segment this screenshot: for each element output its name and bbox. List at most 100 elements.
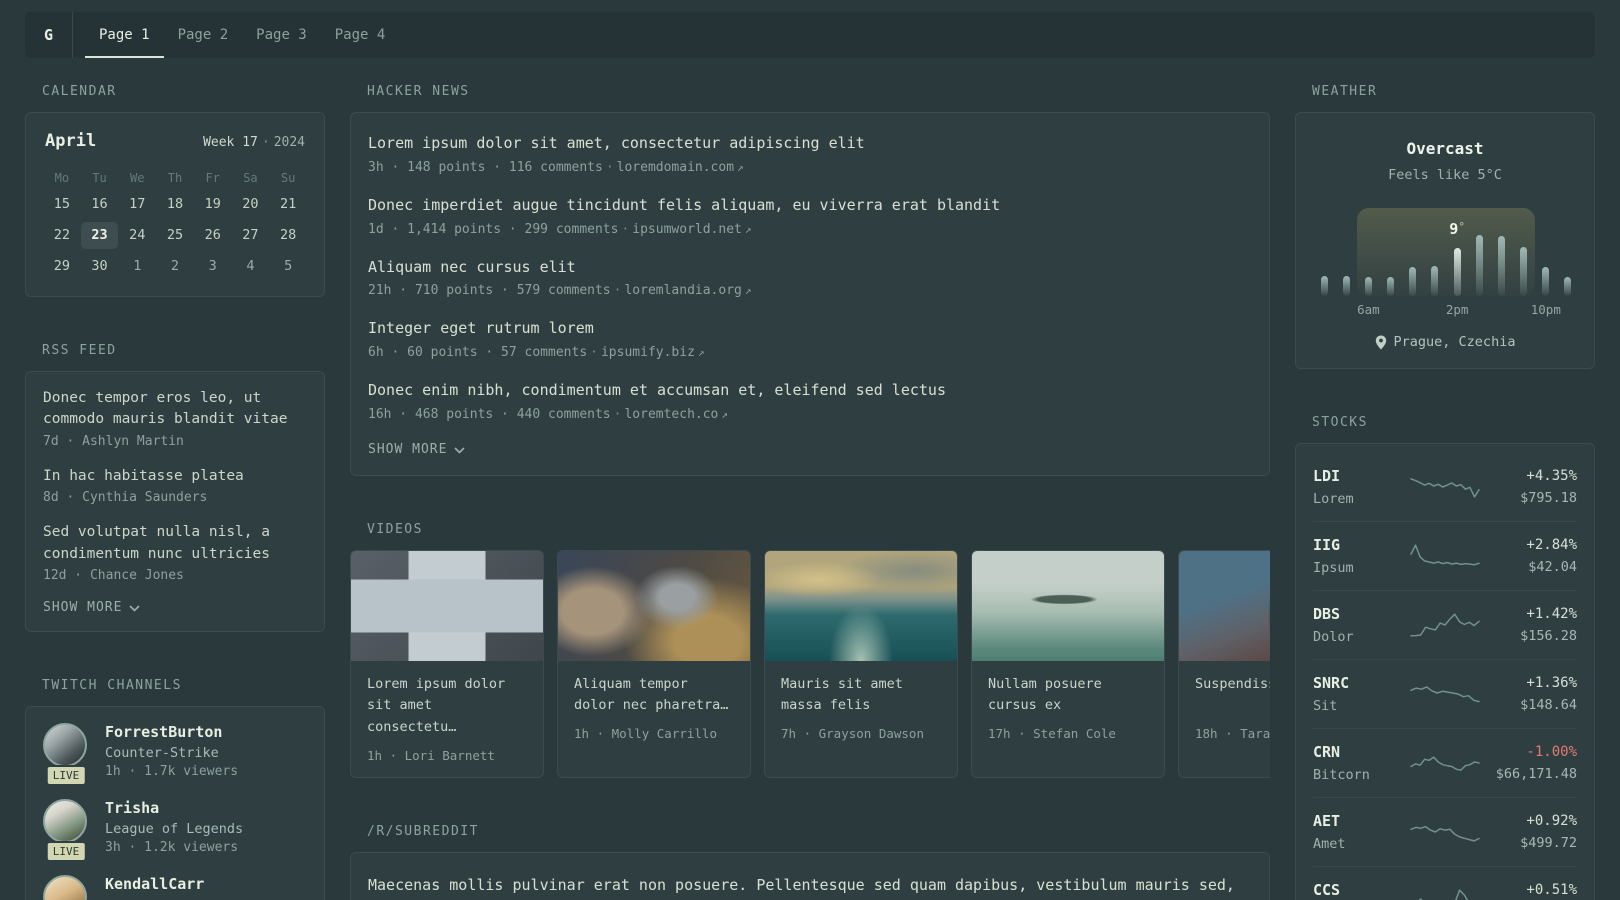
item-domain-link[interactable]: loremtech.co (624, 407, 718, 422)
calendar-day[interactable]: 30 (81, 253, 119, 280)
calendar-day[interactable]: 19 (194, 191, 232, 218)
twitch-channel-row: LIVE ForrestBurton Counter-Strike 1h · 1… (43, 723, 307, 787)
weekday-header: Mo (54, 171, 70, 185)
calendar-day[interactable]: 15 (43, 191, 81, 218)
subreddit-widget: /R/SUBREDDIT Maecenas mollis pulvinar er… (350, 824, 1270, 900)
video-title[interactable]: Suspendisse diam (1195, 674, 1270, 717)
calendar-day[interactable]: 22 (43, 222, 81, 249)
hackernews-item-title[interactable]: Donec enim nibh, condimentum et accumsan… (368, 380, 1252, 402)
subreddit-post-title[interactable]: Maecenas mollis pulvinar erat non posuer… (368, 873, 1252, 900)
stock-ticker[interactable]: DBS (1313, 605, 1410, 623)
calendar-day[interactable]: 17 (118, 191, 156, 218)
video-card-body: Suspendisse diam 18h · Tara (1179, 661, 1270, 755)
calendar-day[interactable]: 16 (81, 191, 119, 218)
rss-item-title[interactable]: In hac habitasse platea (43, 466, 307, 487)
hackernews-item-title[interactable]: Lorem ipsum dolor sit amet, consectetur … (368, 133, 1252, 155)
chevron-down-icon (454, 447, 466, 454)
hackernews-item-title[interactable]: Integer eget rutrum lorem (368, 318, 1252, 340)
stock-change: +0.51% (1526, 882, 1577, 898)
weather-temp-label: 9° (1449, 220, 1465, 238)
stock-ticker[interactable]: CRN (1313, 743, 1410, 761)
stock-ticker[interactable]: CCS (1313, 881, 1410, 899)
rss-item: Donec tempor eros leo, ut commodo mauris… (43, 388, 307, 449)
video-card[interactable]: Mauris sit amet massa felis 7h · Grayson… (764, 549, 958, 778)
page-tab[interactable]: Page 1 (85, 12, 164, 58)
stock-id: IIG Ipsum (1313, 536, 1410, 576)
calendar-day[interactable]: 26 (194, 222, 232, 249)
calendar-day[interactable]: 25 (156, 222, 194, 249)
app-logo: G (25, 12, 73, 58)
twitch-channel-game[interactable]: Counter-Strike (105, 745, 238, 761)
video-title[interactable]: Lorem ipsum dolor sit amet consectetu… (367, 674, 527, 739)
stock-name: Amet (1313, 836, 1346, 852)
video-thumbnail[interactable] (351, 550, 543, 661)
hackernews-item-title[interactable]: Donec imperdiet augue tincidunt felis al… (368, 195, 1252, 217)
video-thumbnail[interactable] (558, 550, 750, 661)
page-tab[interactable]: Page 2 (164, 12, 243, 58)
video-title[interactable]: Aliquam tempor dolor nec pharetra… (574, 674, 734, 717)
calendar-day[interactable]: 4 (232, 253, 270, 280)
calendar-day[interactable]: 18 (156, 191, 194, 218)
calendar-day[interactable]: 2 (156, 253, 194, 280)
hackernews-show-more-button[interactable]: SHOW MORE (368, 442, 466, 457)
video-meta: 1h · Lori Barnett (367, 747, 495, 763)
video-card[interactable]: Lorem ipsum dolor sit amet consectetu… 1… (350, 549, 544, 778)
page-tab[interactable]: Page 3 (242, 12, 321, 58)
calendar-day[interactable]: 28 (269, 222, 307, 249)
video-card[interactable]: Nullam posuere cursus ex 17h · Stefan Co… (971, 549, 1165, 778)
hackernews-item-title[interactable]: Aliquam nec cursus elit (368, 257, 1252, 279)
calendar-day[interactable]: 1 (118, 253, 156, 280)
stock-ticker[interactable]: IIG (1313, 536, 1410, 554)
rss-show-more-button[interactable]: SHOW MORE (43, 600, 141, 615)
page-tabs: Page 1 Page 2 Page 3 Page 4 (85, 12, 399, 58)
twitch-channel-name[interactable]: Trisha (105, 799, 243, 817)
rss-item-title[interactable]: Donec tempor eros leo, ut commodo mauris… (43, 388, 307, 431)
stock-ticker[interactable]: SNRC (1313, 674, 1410, 692)
video-card[interactable]: Aliquam tempor dolor nec pharetra… 1h · … (557, 549, 751, 778)
avatar[interactable] (43, 875, 87, 900)
separator-dot: · (605, 159, 614, 175)
item-domain-link[interactable]: ipsumify.biz (601, 345, 695, 360)
calendar-day[interactable]: 5 (269, 253, 307, 280)
video-thumbnail[interactable] (765, 550, 957, 661)
calendar-day[interactable]: 29 (43, 253, 81, 280)
twitch-section-title: TWITCH CHANNELS (42, 678, 182, 694)
stock-ticker[interactable]: AET (1313, 812, 1410, 830)
avatar[interactable] (43, 723, 87, 768)
video-card[interactable]: Suspendisse diam 18h · Tara (1178, 549, 1270, 778)
twitch-channel-game[interactable]: League of Legends (105, 821, 243, 837)
calendar-day[interactable]: 27 (232, 222, 270, 249)
weekday-header: Su (280, 171, 296, 185)
page-tab[interactable]: Page 4 (321, 12, 400, 58)
item-domain-link[interactable]: ipsumworld.net (632, 222, 742, 237)
twitch-channel-name[interactable]: ForrestBurton (105, 723, 238, 741)
video-title[interactable]: Mauris sit amet massa felis (781, 674, 941, 717)
rss-section-title: RSS FEED (42, 343, 117, 358)
videos-widget: VIDEOS Lorem ipsum dolor sit amet consec… (350, 522, 1270, 778)
external-link-icon: ↗ (697, 346, 705, 359)
stock-price: $795.18 (1520, 490, 1577, 506)
weekday-header: We (130, 171, 145, 185)
calendar-day[interactable]: 21 (269, 191, 307, 218)
weekday-header: Tu (92, 171, 107, 185)
avatar[interactable] (43, 799, 87, 844)
calendar-day[interactable]: 23 (80, 222, 119, 249)
dashboard-page: G Page 1 Page 2 Page 3 Page 4 CALENDAR Apri… (0, 0, 1620, 900)
rss-item-title[interactable]: Sed volutpat nulla nisl, a condimentum n… (43, 522, 307, 565)
weather-hour-slot (1402, 208, 1424, 296)
video-thumbnail[interactable] (1179, 550, 1270, 661)
stock-price: $42.04 (1528, 559, 1577, 575)
video-thumbnail[interactable] (972, 550, 1164, 661)
calendar-day[interactable]: 20 (232, 191, 270, 218)
item-domain-link[interactable]: loremdomain.com (617, 160, 734, 175)
rss-card: Donec tempor eros leo, ut commodo mauris… (25, 371, 325, 633)
calendar-day[interactable]: 3 (194, 253, 232, 280)
calendar-day[interactable]: 24 (118, 222, 156, 249)
stock-change: -1.00% (1526, 744, 1577, 760)
rss-item: In hac habitasse platea 8d · Cynthia Sau… (43, 466, 307, 505)
rss-item-meta: 7d · Ashlyn Martin (43, 433, 184, 449)
stock-ticker[interactable]: LDI (1313, 467, 1410, 485)
item-domain-link[interactable]: loremlandia.org (624, 283, 741, 298)
video-title[interactable]: Nullam posuere cursus ex (988, 674, 1148, 717)
twitch-channel-name[interactable]: KendallCarr (105, 875, 204, 893)
